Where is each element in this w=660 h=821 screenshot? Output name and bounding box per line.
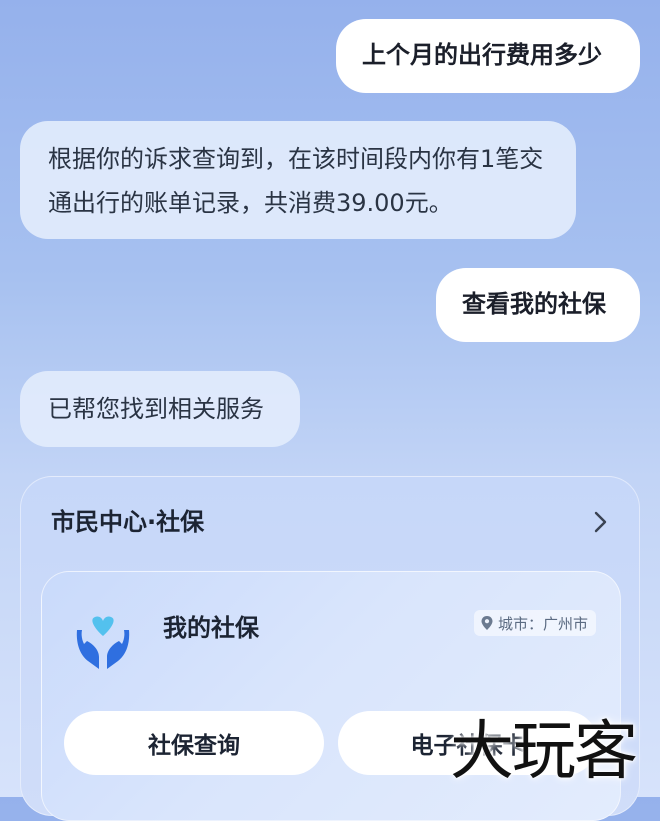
social-security-query-label: 社保查询 xyxy=(148,733,240,759)
city-badge[interactable]: 城市：广州市 xyxy=(473,610,596,636)
user-message: 查看我的社保 xyxy=(436,268,640,342)
watermark: 大玩客 xyxy=(450,715,638,789)
user-message-text: 上个月的出行费用多少 xyxy=(362,41,602,69)
assistant-message-text: 已帮您找到相关服务 xyxy=(48,395,264,423)
heart-hands-icon xyxy=(76,616,130,669)
user-message: 上个月的出行费用多少 xyxy=(336,19,640,93)
assistant-message: 已帮您找到相关服务 xyxy=(20,371,300,447)
chevron-right-icon[interactable] xyxy=(591,507,611,537)
assistant-message-text: 根据你的诉求查询到，在该时间段内你有1笔交通出行的账单记录，共消费39.00元。 xyxy=(48,145,544,217)
service-card-title[interactable]: 市民中心·社保 xyxy=(51,504,204,540)
app-title: 我的社保 xyxy=(163,614,259,642)
city-label: 城市：广州市 xyxy=(497,614,588,633)
assistant-message: 根据你的诉求查询到，在该时间段内你有1笔交通出行的账单记录，共消费39.00元。 xyxy=(20,121,576,239)
social-security-query-button[interactable]: 社保查询 xyxy=(64,711,324,775)
location-pin-icon xyxy=(481,616,493,630)
user-message-text: 查看我的社保 xyxy=(462,290,606,318)
